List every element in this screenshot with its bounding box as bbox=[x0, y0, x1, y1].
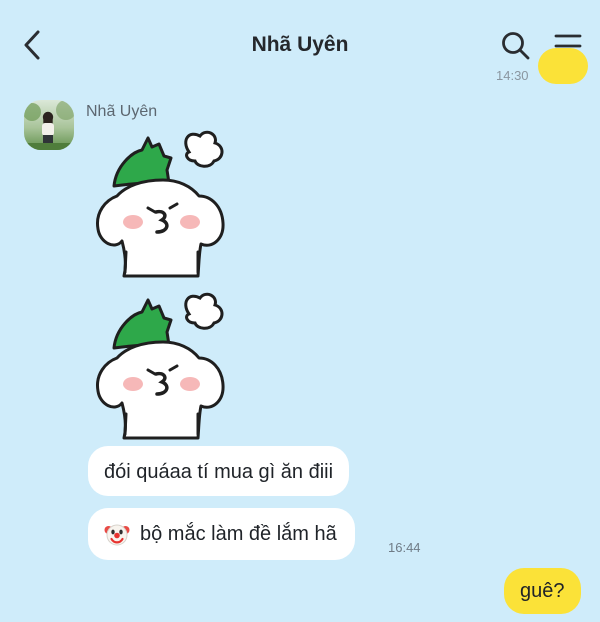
chat-screen: Nhã Uyên 14:30 Nhã Uyên đói quáaa tí mua… bbox=[0, 0, 600, 622]
previous-outgoing-bubble[interactable] bbox=[538, 48, 588, 84]
clown-face-icon bbox=[104, 524, 130, 546]
avatar[interactable] bbox=[24, 100, 74, 150]
incoming-message[interactable]: bộ mắc làm đề lắm hã bbox=[88, 508, 355, 560]
incoming-message[interactable]: đói quáaa tí mua gì ăn điii bbox=[88, 446, 350, 496]
kiss-sticker[interactable] bbox=[88, 290, 238, 440]
message-timestamp: 14:30 bbox=[496, 68, 529, 83]
search-icon[interactable] bbox=[500, 30, 532, 62]
message-text: guê? bbox=[520, 579, 565, 602]
kiss-sticker[interactable] bbox=[88, 128, 238, 278]
sender-name: Nhã Uyên bbox=[86, 103, 158, 120]
outgoing-message[interactable]: guê? bbox=[504, 568, 581, 614]
message-timestamp: 16:44 bbox=[388, 540, 421, 555]
message-text: bộ mắc làm đề lắm hã bbox=[140, 523, 337, 545]
avatar-photo bbox=[24, 100, 74, 150]
